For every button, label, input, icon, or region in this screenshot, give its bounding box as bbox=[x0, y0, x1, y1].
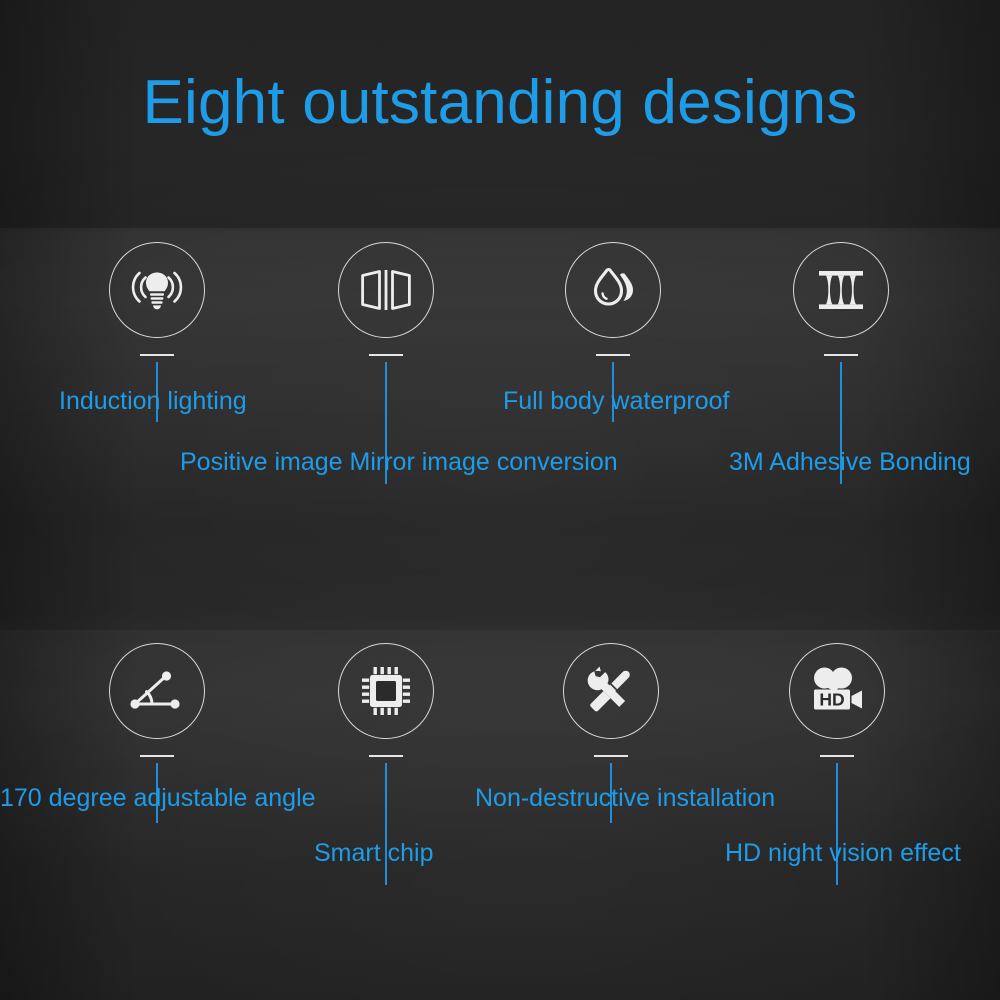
water-droplets-icon bbox=[586, 264, 640, 316]
feature-tick bbox=[369, 354, 403, 356]
feature-icon-circle: HD bbox=[789, 643, 885, 739]
feature-icon-circle bbox=[109, 242, 205, 338]
feature-tick bbox=[140, 755, 174, 757]
wrench-screwdriver-icon bbox=[583, 663, 639, 719]
lightbulb-waves-icon bbox=[128, 264, 186, 316]
feature-smart-chip bbox=[338, 643, 434, 885]
feature-induction-lighting bbox=[109, 242, 205, 422]
feature-icon-circle bbox=[338, 643, 434, 739]
cpu-chip-icon bbox=[359, 664, 413, 718]
feature-highlight-banner: Eight outstanding designs Induction ligh… bbox=[0, 0, 1000, 1000]
angle-triangle-icon bbox=[128, 667, 186, 715]
feature-icon-circle bbox=[563, 643, 659, 739]
feature-waterproof bbox=[565, 242, 661, 422]
feature-tick bbox=[596, 354, 630, 356]
feature-label-smart-chip: Smart chip bbox=[314, 839, 434, 867]
feature-adhesive-bonding bbox=[793, 242, 889, 484]
feature-label-non-destructive-installation: Non-destructive installation bbox=[475, 784, 776, 812]
feature-icon-circle bbox=[793, 242, 889, 338]
feature-adjustable-angle bbox=[109, 643, 205, 823]
feature-hd-night-vision: HD bbox=[789, 643, 885, 885]
feature-label-mirror-conversion: Positive image Mirror image conversion bbox=[180, 448, 618, 476]
adhesive-spool-icon bbox=[815, 266, 867, 314]
feature-mirror-conversion bbox=[338, 242, 434, 484]
feature-icon-circle bbox=[565, 242, 661, 338]
feature-label-adjustable-angle: 170 degree adjustable angle bbox=[0, 784, 316, 812]
feature-icon-circle bbox=[338, 242, 434, 338]
svg-text:HD: HD bbox=[819, 690, 844, 710]
feature-non-destructive-installation bbox=[563, 643, 659, 823]
feature-label-induction-lighting: Induction lighting bbox=[59, 387, 247, 415]
feature-label-hd-night-vision: HD night vision effect bbox=[725, 839, 961, 867]
feature-icon-circle bbox=[109, 643, 205, 739]
feature-tick bbox=[369, 755, 403, 757]
feature-tick bbox=[594, 755, 628, 757]
hd-video-camera-icon: HD bbox=[808, 666, 866, 716]
feature-tick bbox=[820, 755, 854, 757]
mirror-panels-icon bbox=[358, 264, 414, 316]
feature-label-adhesive-bonding: 3M Adhesive Bonding bbox=[729, 448, 971, 476]
feature-tick bbox=[824, 354, 858, 356]
feature-tick bbox=[140, 354, 174, 356]
feature-label-waterproof: Full body waterproof bbox=[503, 387, 730, 415]
page-title: Eight outstanding designs bbox=[142, 68, 858, 137]
